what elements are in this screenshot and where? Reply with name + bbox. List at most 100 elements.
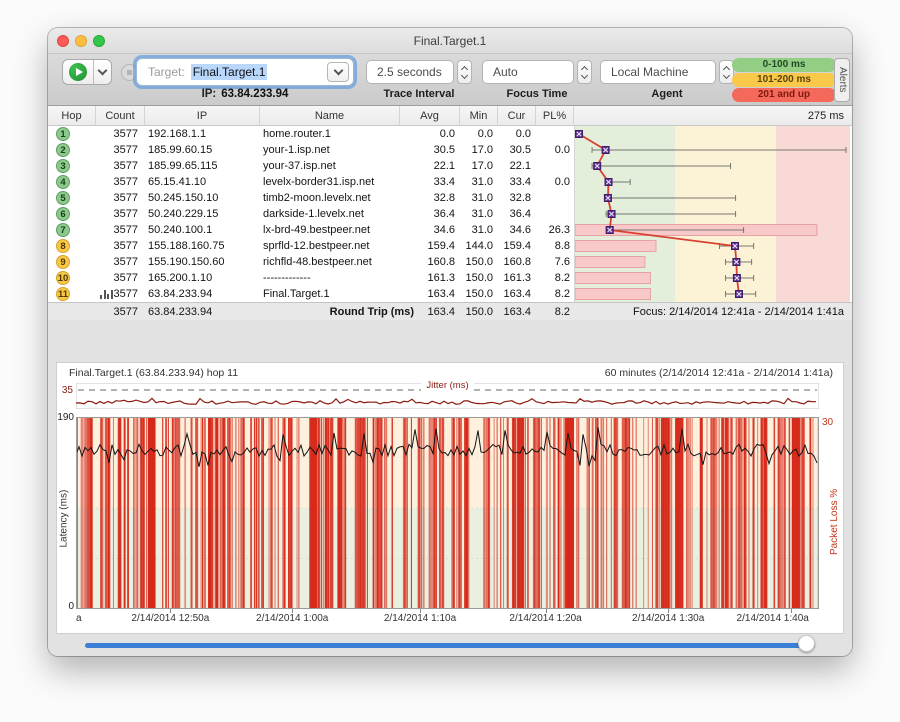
latency-legend: 0-100 ms 101-200 ms 201 and up — [732, 58, 836, 102]
agent-caption: Agent — [600, 88, 734, 100]
hop-badge: 4 — [56, 175, 70, 189]
stepper-down-icon — [723, 71, 730, 78]
focus-time-stepper[interactable] — [577, 60, 592, 84]
cell-ip: 155.188.160.75 — [148, 240, 260, 252]
cell-name: ------------- — [263, 272, 401, 284]
target-dropdown-button[interactable] — [327, 62, 349, 82]
cell-pl: 8.2 — [524, 272, 570, 284]
cell-ip: 185.99.60.15 — [148, 144, 260, 156]
hop-badge: 8 — [56, 239, 70, 253]
jitter-max-label: 35 — [57, 385, 73, 396]
stepper-down-icon — [581, 71, 588, 78]
stepper-down-icon — [461, 71, 468, 78]
cell-cur: 22.1 — [485, 160, 531, 172]
cell-cur: 36.4 — [485, 208, 531, 220]
loss-max-label: 30 — [822, 417, 833, 428]
time-axis-label: 2/14/2014 1:00a — [256, 613, 328, 624]
cell-ip: 50.240.229.15 — [148, 208, 260, 220]
time-scroll-row — [48, 634, 852, 656]
cell-pl: 8.8 — [524, 240, 570, 252]
cell-pl: 7.6 — [524, 256, 570, 268]
alerts-tab[interactable]: Alerts — [834, 58, 850, 102]
time-axis-label: 2/14/2014 1:10a — [384, 613, 456, 624]
cell-pl: 8.2 — [524, 288, 570, 300]
cell-ip: 50.240.100.1 — [148, 224, 260, 236]
time-scrollbar-track[interactable] — [85, 643, 815, 648]
cell-count: 3577 — [88, 176, 138, 188]
hop-badge: 1 — [56, 127, 70, 141]
play-button[interactable] — [63, 60, 94, 84]
hop-badge: 7 — [56, 223, 70, 237]
time-axis-tick — [668, 609, 669, 613]
summary-pl: 8.2 — [524, 306, 570, 318]
cell-count: 3577 — [88, 272, 138, 284]
jitter-strip: Jitter (ms) — [76, 383, 819, 409]
summary-count: 3577 — [88, 306, 138, 318]
latency-axis-label: Latency (ms) — [59, 478, 70, 548]
cell-count: 3577 — [88, 128, 138, 140]
cell-count: 3577 — [88, 160, 138, 172]
play-options-dropdown[interactable] — [94, 60, 111, 84]
cell-ip: 155.190.150.60 — [148, 256, 260, 268]
chevron-down-icon — [333, 65, 343, 75]
cell-count: 3577 — [88, 192, 138, 204]
ip-caption: IP:63.84.233.94 — [136, 88, 354, 100]
hop-badge: 3 — [56, 159, 70, 173]
cell-name: richfld-48.bestpeer.net — [263, 256, 401, 268]
hop-badge: 6 — [56, 207, 70, 221]
cell-name: Final.Target.1 — [263, 288, 401, 300]
agent-select[interactable]: Local Machine — [600, 60, 716, 84]
cell-name: home.router.1 — [263, 128, 401, 140]
cell-pl: 0.0 — [524, 144, 570, 156]
latency-min-label: 0 — [57, 601, 74, 612]
time-scrollbar-thumb[interactable] — [798, 635, 815, 652]
timeline-title: Final.Target.1 (63.84.233.94) hop 11 — [69, 367, 238, 379]
focus-time-select[interactable]: Auto — [482, 60, 574, 84]
latency-loss-timeline-chart[interactable] — [76, 417, 819, 609]
time-axis: a2/14/2014 12:50a2/14/2014 1:00a2/14/201… — [76, 611, 819, 625]
hop-badge: 10 — [56, 271, 70, 285]
cell-name: lx-brd-49.bestpeer.net — [263, 224, 401, 236]
legend-pill-warn: 101-200 ms — [732, 73, 836, 87]
cell-count: 3577 — [88, 288, 138, 300]
round-trip-summary-row: 3577 63.84.233.94 Round Trip (ms) 163.4 … — [48, 302, 852, 320]
trace-start-button-group — [62, 59, 112, 85]
focus-time-caption: Focus Time — [482, 88, 592, 100]
hop-table: Hop Count IP Name Avg Min Cur PL% 275 ms… — [48, 106, 852, 320]
timeline-panel: Final.Target.1 (63.84.233.94) hop 11 60 … — [56, 362, 844, 634]
target-input[interactable]: Final.Target.1 — [191, 64, 268, 80]
time-axis-tick — [791, 609, 792, 613]
cell-count: 3577 — [88, 240, 138, 252]
time-axis-label: 2/14/2014 1:20a — [509, 613, 581, 624]
trace-interval-caption: Trace Interval — [366, 88, 472, 100]
cell-ip: 185.99.65.115 — [148, 160, 260, 172]
jitter-chart — [76, 383, 819, 409]
target-combobox[interactable]: Target: Final.Target.1 — [136, 58, 354, 86]
play-icon — [69, 63, 87, 81]
titlebar: Final.Target.1 — [48, 28, 852, 54]
ip-label: IP: — [202, 88, 217, 100]
app-window: Final.Target.1 Target: Final.Target.1 IP… — [48, 28, 852, 656]
cell-name: your-1.isp.net — [263, 144, 401, 156]
trace-interval-stepper[interactable] — [457, 60, 472, 84]
cell-name: sprfld-12.bestpeer.net — [263, 240, 401, 252]
cell-count: 3577 — [88, 224, 138, 236]
cell-name: darkside-1.levelx.net — [263, 208, 401, 220]
round-trip-label: Round Trip (ms) — [198, 306, 414, 318]
window-title: Final.Target.1 — [48, 34, 852, 48]
time-axis-tick — [546, 609, 547, 613]
cell-pl: 26.3 — [524, 224, 570, 236]
toolbar: Target: Final.Target.1 IP:63.84.233.94 2… — [48, 54, 852, 106]
trace-interval-select[interactable]: 2.5 seconds — [366, 60, 454, 84]
cell-cur: 0.0 — [485, 128, 531, 140]
time-axis-tick — [170, 609, 171, 613]
cell-ip: 50.245.150.10 — [148, 192, 260, 204]
chevron-down-icon — [98, 65, 108, 75]
panel-divider — [48, 320, 852, 362]
cell-name: timb2-moon.levelx.net — [263, 192, 401, 204]
legend-pill-bad: 201 and up — [732, 88, 836, 102]
cell-count: 3577 — [88, 256, 138, 268]
time-axis-tick — [292, 609, 293, 613]
hop-badge: 11 — [56, 287, 70, 301]
cell-ip: 65.15.41.10 — [148, 176, 260, 188]
